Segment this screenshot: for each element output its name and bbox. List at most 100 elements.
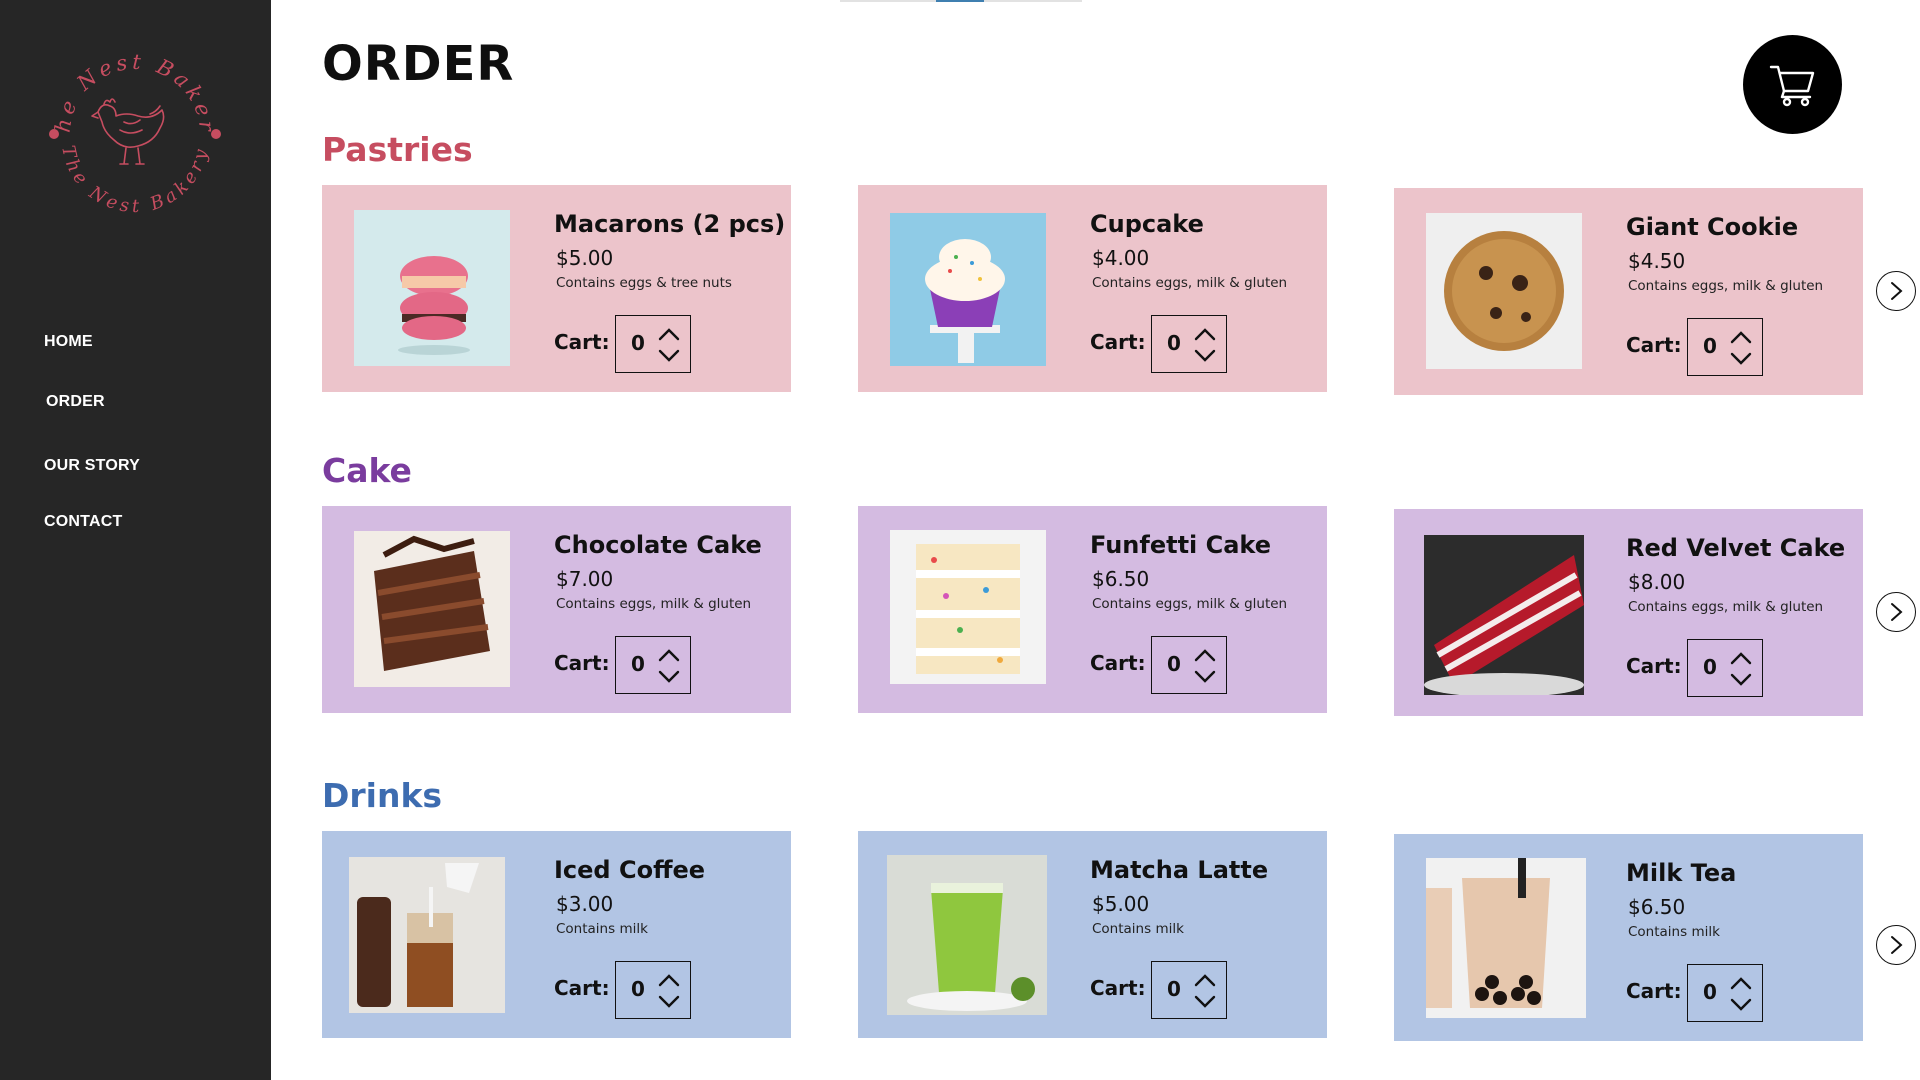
nav-home[interactable]: HOME bbox=[44, 333, 93, 351]
product-allergens: Contains eggs, milk & gluten bbox=[1092, 596, 1288, 612]
product-price: $4.50 bbox=[1628, 249, 1686, 273]
product-allergens: Contains milk bbox=[556, 921, 648, 937]
funfetti-cake-image bbox=[890, 530, 1046, 684]
product-price: $5.00 bbox=[556, 246, 614, 270]
quantity-stepper[interactable]: 0 bbox=[615, 636, 691, 694]
chevron-right-icon bbox=[1891, 282, 1903, 300]
cart-label: Cart: bbox=[554, 651, 610, 675]
product-name: Chocolate Cake bbox=[554, 531, 762, 559]
up-down-arrows-icon[interactable] bbox=[658, 648, 680, 684]
product-price: $8.00 bbox=[1628, 570, 1686, 594]
quantity-value: 0 bbox=[1703, 980, 1717, 1004]
chevron-right-icon bbox=[1891, 936, 1903, 954]
cart-label: Cart: bbox=[554, 330, 610, 354]
product-card-giant-cookie: Giant Cookie $4.50 Contains eggs, milk &… bbox=[1394, 188, 1863, 395]
product-name: Red Velvet Cake bbox=[1626, 534, 1846, 562]
page-title: ORDER bbox=[322, 36, 515, 92]
product-allergens: Contains eggs, milk & gluten bbox=[1628, 278, 1824, 294]
sidebar: The Nest Bakery The Nest Bakery HOME ORD… bbox=[0, 0, 271, 1080]
next-pastries-button[interactable] bbox=[1876, 271, 1916, 311]
top-scroll-indicator bbox=[840, 0, 1082, 2]
product-card-iced-coffee: Iced Coffee $3.00 Contains milk Cart: 0 bbox=[322, 831, 791, 1038]
product-card-chocolate-cake: Chocolate Cake $7.00 Contains eggs, milk… bbox=[322, 506, 791, 713]
product-allergens: Contains eggs, milk & gluten bbox=[1092, 275, 1288, 291]
quantity-stepper[interactable]: 0 bbox=[1687, 318, 1763, 376]
product-allergens: Contains eggs, milk & gluten bbox=[1628, 599, 1824, 615]
product-price: $6.50 bbox=[1092, 567, 1150, 591]
quantity-stepper[interactable]: 0 bbox=[1151, 315, 1227, 373]
cart-label: Cart: bbox=[1626, 654, 1682, 678]
product-name: Milk Tea bbox=[1626, 859, 1737, 887]
quantity-value: 0 bbox=[1167, 652, 1181, 676]
nav-contact[interactable]: CONTACT bbox=[44, 513, 122, 531]
product-name: Macarons (2 pcs) bbox=[554, 210, 786, 238]
nav-our-story[interactable]: OUR STORY bbox=[44, 457, 140, 475]
up-down-arrows-icon[interactable] bbox=[658, 327, 680, 363]
product-price: $7.00 bbox=[556, 567, 614, 591]
product-name: Matcha Latte bbox=[1090, 856, 1269, 884]
product-card-macarons: Macarons (2 pcs) $5.00 Contains eggs & t… bbox=[322, 185, 791, 392]
nav-order[interactable]: ORDER bbox=[46, 393, 105, 411]
product-card-matcha-latte: Matcha Latte $5.00 Contains milk Cart: 0 bbox=[858, 831, 1327, 1038]
quantity-value: 0 bbox=[631, 652, 645, 676]
quantity-stepper[interactable]: 0 bbox=[1687, 964, 1763, 1022]
next-drinks-button[interactable] bbox=[1876, 925, 1916, 965]
quantity-stepper[interactable]: 0 bbox=[615, 961, 691, 1019]
product-allergens: Contains eggs & tree nuts bbox=[556, 275, 732, 291]
up-down-arrows-icon[interactable] bbox=[1194, 327, 1216, 363]
section-title-cake: Cake bbox=[322, 451, 412, 490]
quantity-value: 0 bbox=[1167, 331, 1181, 355]
product-name: Iced Coffee bbox=[554, 856, 706, 884]
cart-label: Cart: bbox=[1626, 333, 1682, 357]
up-down-arrows-icon[interactable] bbox=[1194, 648, 1216, 684]
product-allergens: Contains eggs, milk & gluten bbox=[556, 596, 752, 612]
cart-label: Cart: bbox=[1090, 976, 1146, 1000]
quantity-stepper[interactable]: 0 bbox=[1151, 961, 1227, 1019]
product-card-milk-tea: Milk Tea $6.50 Contains milk Cart: 0 bbox=[1394, 834, 1863, 1041]
macaron-image bbox=[354, 210, 510, 366]
milk-tea-image bbox=[1426, 858, 1586, 1018]
svg-text:The Nest Bakery: The Nest Bakery bbox=[57, 144, 213, 218]
cart-label: Cart: bbox=[1626, 979, 1682, 1003]
next-cake-button[interactable] bbox=[1876, 592, 1916, 632]
red-velvet-cake-image bbox=[1424, 535, 1584, 695]
quantity-value: 0 bbox=[631, 977, 645, 1001]
product-price: $4.00 bbox=[1092, 246, 1150, 270]
cart-label: Cart: bbox=[1090, 330, 1146, 354]
product-name: Funfetti Cake bbox=[1090, 531, 1272, 559]
product-price: $6.50 bbox=[1628, 895, 1686, 919]
quantity-stepper[interactable]: 0 bbox=[1687, 639, 1763, 697]
product-card-funfetti-cake: Funfetti Cake $6.50 Contains eggs, milk … bbox=[858, 506, 1327, 713]
cart-button[interactable] bbox=[1743, 35, 1842, 134]
chevron-right-icon bbox=[1891, 603, 1903, 621]
up-down-arrows-icon[interactable] bbox=[1730, 330, 1752, 366]
product-price: $3.00 bbox=[556, 892, 614, 916]
up-down-arrows-icon[interactable] bbox=[658, 973, 680, 1009]
svg-text:The Nest Bakery: The Nest Bakery bbox=[40, 34, 219, 136]
up-down-arrows-icon[interactable] bbox=[1730, 976, 1752, 1012]
product-allergens: Contains milk bbox=[1092, 921, 1184, 937]
cupcake-image bbox=[890, 213, 1046, 366]
cart-label: Cart: bbox=[554, 976, 610, 1000]
bakery-logo[interactable]: The Nest Bakery The Nest Bakery bbox=[31, 15, 230, 224]
quantity-stepper[interactable]: 0 bbox=[615, 315, 691, 373]
product-allergens: Contains milk bbox=[1628, 924, 1720, 940]
product-name: Giant Cookie bbox=[1626, 213, 1799, 241]
section-title-pastries: Pastries bbox=[322, 130, 473, 169]
up-down-arrows-icon[interactable] bbox=[1730, 651, 1752, 687]
quantity-value: 0 bbox=[1167, 977, 1181, 1001]
quantity-stepper[interactable]: 0 bbox=[1151, 636, 1227, 694]
iced-coffee-image bbox=[349, 857, 505, 1013]
quantity-value: 0 bbox=[1703, 334, 1717, 358]
shopping-cart-icon bbox=[1769, 65, 1814, 106]
top-scroll-indicator-active bbox=[936, 0, 984, 2]
product-card-cupcake: Cupcake $4.00 Contains eggs, milk & glut… bbox=[858, 185, 1327, 392]
up-down-arrows-icon[interactable] bbox=[1194, 973, 1216, 1009]
chocolate-cake-image bbox=[354, 531, 510, 687]
section-title-drinks: Drinks bbox=[322, 776, 443, 815]
matcha-latte-image bbox=[887, 855, 1047, 1015]
product-price: $5.00 bbox=[1092, 892, 1150, 916]
product-card-red-velvet-cake: Red Velvet Cake $8.00 Contains eggs, mil… bbox=[1394, 509, 1863, 716]
cookie-image bbox=[1426, 213, 1582, 369]
cart-label: Cart: bbox=[1090, 651, 1146, 675]
